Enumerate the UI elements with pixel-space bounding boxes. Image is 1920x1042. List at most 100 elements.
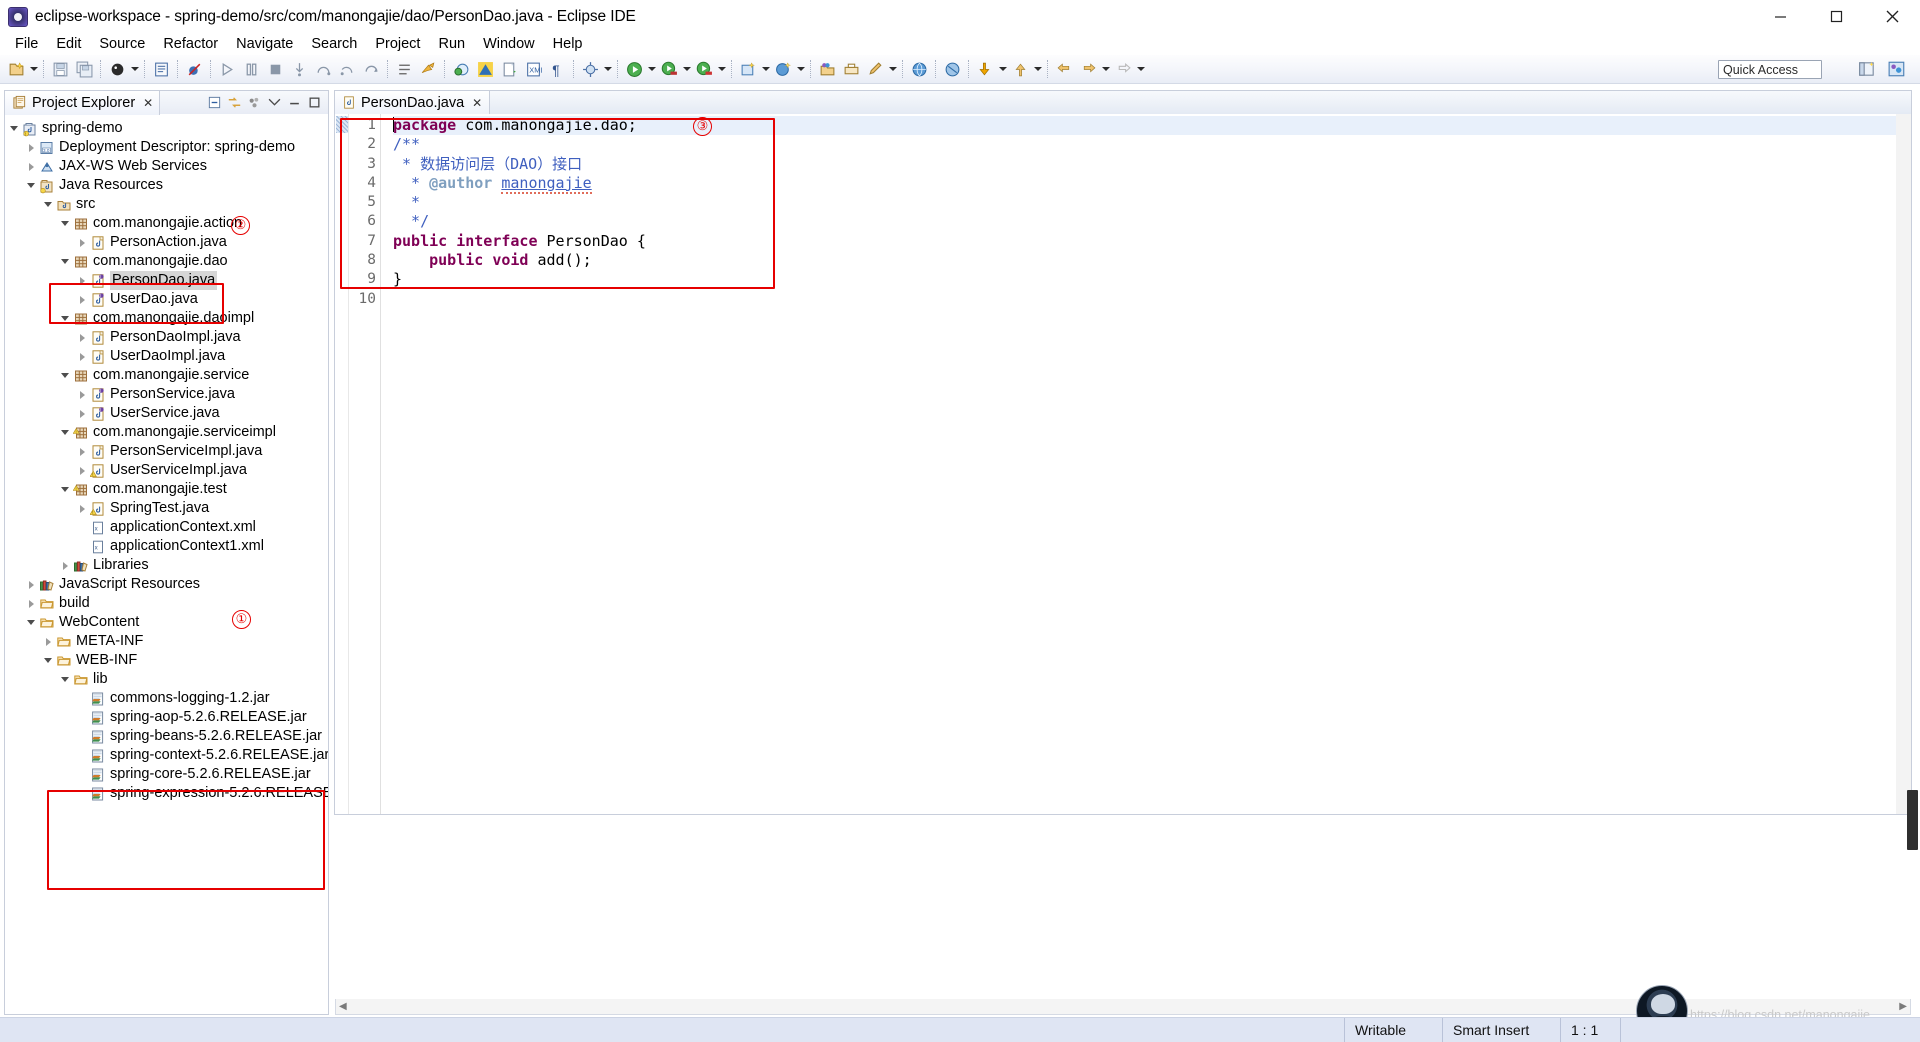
tab-project-explorer[interactable]: Project Explorer ✕ — [5, 90, 161, 115]
code-line-6[interactable]: */ — [393, 212, 1911, 231]
chevron-down-icon[interactable] — [58, 366, 72, 385]
chevron-right-icon[interactable] — [75, 442, 89, 461]
menu-file[interactable]: File — [6, 34, 47, 55]
export-icon[interactable] — [1009, 58, 1031, 80]
step-into-icon[interactable] — [288, 58, 310, 80]
minimize-panel-icon[interactable] — [285, 94, 303, 112]
chevron-down-icon[interactable] — [58, 214, 72, 233]
tab-persondao-java[interactable]: PersonDao.java ✕ — [335, 90, 491, 115]
menu-edit[interactable]: Edit — [47, 34, 90, 55]
coverage-dropdown-icon[interactable] — [716, 58, 727, 80]
save-all-icon[interactable] — [73, 58, 95, 80]
step-return-icon[interactable] — [336, 58, 358, 80]
view-menu-dots-icon[interactable] — [245, 94, 263, 112]
chevron-right-icon[interactable] — [24, 157, 38, 176]
menu-source[interactable]: Source — [90, 34, 154, 55]
chevron-down-icon[interactable] — [58, 670, 72, 689]
menu-project[interactable]: Project — [366, 34, 429, 55]
tree-item-userservice-java[interactable]: I UserService.java — [5, 404, 328, 423]
code-line-3[interactable]: * 数据访问层（DAO）接口 — [393, 155, 1911, 174]
tree-item-com-manongajie-action[interactable]: com.manongajie.action — [5, 214, 328, 233]
tree-item-build[interactable]: build — [5, 594, 328, 613]
export-dropdown-icon[interactable] — [1032, 58, 1043, 80]
tree-item-userserviceimpl-java[interactable]: ! UserServiceImpl.java — [5, 461, 328, 480]
code-editor[interactable]: 1 2 3 4 5 6 7 8 9 10 package com.manongajie.dao; /… — [334, 114, 1912, 815]
close-icon[interactable]: ✕ — [143, 96, 153, 110]
chevron-down-icon[interactable] — [24, 613, 38, 632]
menu-navigate[interactable]: Navigate — [227, 34, 302, 55]
collapse-all-icon[interactable] — [205, 94, 223, 112]
tree-item-springtest-java[interactable]: ! SpringTest.java — [5, 499, 328, 518]
pencil-dropdown-icon[interactable] — [887, 58, 898, 80]
quick-access-input[interactable]: Quick Access — [1718, 60, 1822, 79]
code-line-1[interactable]: package com.manongajie.dao; — [393, 116, 1911, 136]
menu-window[interactable]: Window — [474, 34, 544, 55]
new-wizard-dropdown-icon[interactable] — [28, 58, 39, 80]
new-wizard-icon[interactable] — [5, 58, 27, 80]
scroll-left-icon[interactable]: ◀ — [339, 1001, 347, 1012]
new-jsp-icon[interactable] — [498, 58, 520, 80]
chevron-right-icon[interactable] — [75, 499, 89, 518]
tree-item-src[interactable]: src — [5, 195, 328, 214]
chevron-down-icon[interactable] — [58, 252, 72, 271]
chevron-down-icon[interactable] — [41, 195, 55, 214]
chevron-down-icon[interactable] — [24, 176, 38, 195]
tree-item-applicationcontext1-xml[interactable]: x applicationContext1.xml — [5, 537, 328, 556]
code-line-7[interactable]: public interface PersonDao { — [393, 232, 1911, 251]
toggle-mark-occurrences-icon[interactable] — [393, 58, 415, 80]
tree-item-persondao-java[interactable]: I PersonDao.java — [5, 271, 328, 290]
run-dropdown-icon[interactable] — [646, 58, 657, 80]
publish-icon[interactable] — [772, 58, 794, 80]
pencil-icon[interactable] — [864, 58, 886, 80]
tree-item-lib[interactable]: lib — [5, 670, 328, 689]
menu-run[interactable]: Run — [429, 34, 474, 55]
menu-refactor[interactable]: Refactor — [154, 34, 227, 55]
maximize-button[interactable] — [1808, 0, 1864, 33]
suspend-icon[interactable] — [240, 58, 262, 80]
minimize-button[interactable] — [1752, 0, 1808, 33]
tree-item-personaction-java[interactable]: PersonAction.java — [5, 233, 328, 252]
tree-item-com-manongajie-daoimpl[interactable]: com.manongajie.daoimpl — [5, 309, 328, 328]
chevron-right-icon[interactable] — [24, 594, 38, 613]
print-icon[interactable] — [840, 58, 862, 80]
java-ee-perspective-button[interactable] — [1884, 57, 1910, 81]
tree-item-deployment-descriptor-spring-demo[interactable]: 3.0 Deployment Descriptor: spring-demo — [5, 138, 328, 157]
forward-dropdown-icon[interactable] — [1135, 58, 1146, 80]
chevron-right-icon[interactable] — [75, 461, 89, 480]
skip-breakpoints-icon[interactable] — [183, 58, 205, 80]
tree-item-java-resources[interactable]: Java Resources — [5, 176, 328, 195]
globe-icon[interactable] — [908, 58, 930, 80]
tree-item-com-manongajie-serviceimpl[interactable]: ! com.manongajie.serviceimpl — [5, 423, 328, 442]
publish-dropdown-icon[interactable] — [795, 58, 806, 80]
java-ee-perspective-icon[interactable] — [474, 58, 496, 80]
window-scroll-thumb[interactable] — [1907, 790, 1918, 850]
chevron-down-icon[interactable] — [58, 423, 72, 442]
run-as-dropdown-icon[interactable] — [681, 58, 692, 80]
run-as-icon[interactable] — [658, 58, 680, 80]
editor-overview-ruler[interactable] — [1896, 114, 1911, 814]
chevron-right-icon[interactable] — [75, 404, 89, 423]
chevron-right-icon[interactable] — [75, 271, 89, 290]
import-dropdown-icon[interactable] — [997, 58, 1008, 80]
tree-item-webcontent[interactable]: WebContent — [5, 613, 328, 632]
chevron-down-icon[interactable] — [41, 651, 55, 670]
menu-help[interactable]: Help — [544, 34, 592, 55]
tree-item-javascript-resources[interactable]: JavaScript Resources — [5, 575, 328, 594]
chevron-right-icon[interactable] — [41, 632, 55, 651]
forward-icon[interactable] — [1112, 58, 1134, 80]
save-icon[interactable] — [49, 58, 71, 80]
open-type-icon[interactable] — [417, 58, 439, 80]
tree-item-libraries[interactable]: Libraries — [5, 556, 328, 575]
tree-item-applicationcontext-xml[interactable]: x applicationContext.xml — [5, 518, 328, 537]
close-icon[interactable]: ✕ — [472, 96, 482, 110]
tree-item-userdaoimpl-java[interactable]: UserDaoImpl.java — [5, 347, 328, 366]
tree-item-personserviceimpl-java[interactable]: PersonServiceImpl.java — [5, 442, 328, 461]
scroll-right-icon[interactable]: ▶ — [1899, 1001, 1907, 1012]
tree-item-commons-logging-1-2-jar[interactable]: commons-logging-1.2.jar — [5, 689, 328, 708]
code-line-10[interactable] — [393, 290, 1911, 309]
tree-item-userdao-java[interactable]: I UserDao.java — [5, 290, 328, 309]
coverage-icon[interactable] — [693, 58, 715, 80]
view-menu-icon[interactable] — [265, 94, 283, 112]
editor-marker-bar[interactable] — [335, 114, 349, 814]
tree-item-spring-context-5-2-6-release-jar[interactable]: spring-context-5.2.6.RELEASE.jar — [5, 746, 328, 765]
